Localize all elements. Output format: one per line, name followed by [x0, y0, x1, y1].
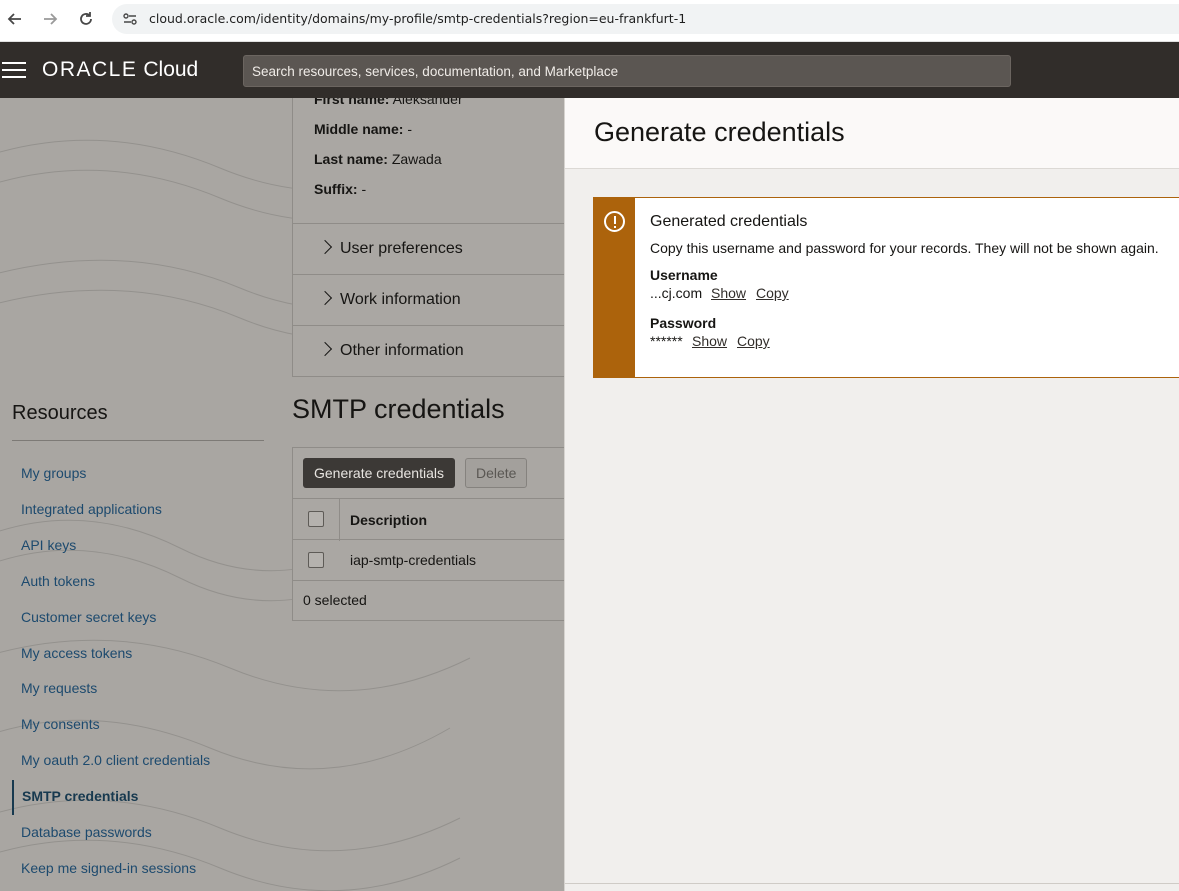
resource-api-keys[interactable]: API keys: [21, 537, 76, 553]
table-header: Description: [293, 498, 564, 541]
resources-divider: [12, 440, 264, 441]
username-copy-link[interactable]: Copy: [756, 285, 789, 301]
section-label: Work information: [340, 291, 461, 308]
resource-database-passwords[interactable]: Database passwords: [21, 824, 152, 840]
resource-smtp-credentials[interactable]: SMTP credentials: [22, 788, 138, 804]
search-input[interactable]: Search resources, services, documentatio…: [243, 55, 1011, 87]
username-show-link[interactable]: Show: [711, 285, 746, 301]
browser-toolbar: cloud.oracle.com/identity/domains/my-pro…: [0, 0, 1179, 42]
section-label: Other information: [340, 342, 464, 359]
url-text: cloud.oracle.com/identity/domains/my-pro…: [149, 11, 687, 26]
alert-title: Generated credentials: [650, 213, 808, 230]
smtp-section-title: SMTP credentials: [292, 394, 505, 424]
first-name-line: First name: Aleksander: [314, 98, 463, 107]
site-info-icon[interactable]: [122, 11, 138, 27]
password-value: ******: [650, 333, 683, 349]
name-details-card: First name: Aleksander Middle name: - La…: [292, 98, 564, 224]
chevron-right-icon: [317, 239, 333, 255]
address-bar[interactable]: cloud.oracle.com/identity/domains/my-pro…: [112, 4, 1179, 34]
username-value: ...cj.com: [650, 285, 703, 301]
column-header-description[interactable]: Description: [350, 512, 427, 528]
drawer-header: Generate credentials: [565, 98, 1179, 169]
generate-credentials-button[interactable]: Generate credentials: [303, 458, 455, 488]
last-name-value: Zawada: [391, 151, 442, 167]
resource-my-requests[interactable]: My requests: [21, 680, 97, 696]
suffix-label: Suffix:: [314, 181, 358, 197]
table-row[interactable]: iap-smtp-credentials: [293, 540, 564, 581]
console-header: ORACLE Cloud Search resources, services, …: [0, 42, 1179, 98]
middle-name-label: Middle name:: [314, 121, 404, 137]
first-name-label: First name:: [314, 98, 390, 107]
row-checkbox[interactable]: [308, 552, 324, 568]
generated-credentials-alert: Generated credentials Copy this username…: [593, 197, 1179, 378]
chevron-right-icon: [317, 290, 333, 306]
resource-my-access-tokens[interactable]: My access tokens: [21, 645, 132, 661]
section-user-preferences[interactable]: User preferences: [292, 224, 564, 275]
username-label: Username: [650, 267, 718, 283]
generate-credentials-drawer: Generate credentials Generated credentia…: [564, 98, 1179, 891]
password-copy-link[interactable]: Copy: [737, 333, 770, 349]
last-name-line: Last name: Zawada: [314, 151, 442, 167]
resource-my-consents[interactable]: My consents: [21, 716, 100, 732]
oracle-cloud-logo[interactable]: ORACLE Cloud: [42, 58, 198, 82]
logo-cloud-text: Cloud: [143, 58, 199, 81]
first-name-value: Aleksander: [392, 98, 463, 107]
search-placeholder: Search resources, services, documentatio…: [252, 64, 619, 79]
delete-button[interactable]: Delete: [465, 458, 528, 488]
section-work-information[interactable]: Work information: [292, 275, 564, 326]
warning-icon: [604, 211, 625, 232]
password-label: Password: [650, 315, 717, 331]
forward-icon[interactable]: [37, 8, 63, 30]
section-label: User preferences: [340, 240, 463, 257]
select-all-checkbox[interactable]: [308, 511, 324, 527]
resource-customer-secret-keys[interactable]: Customer secret keys: [21, 609, 156, 625]
reload-icon[interactable]: [73, 8, 99, 30]
alert-stripe: [594, 198, 635, 377]
middle-name-value: -: [407, 121, 413, 137]
resource-integrated-applications[interactable]: Integrated applications: [21, 501, 162, 517]
active-item-indicator: [12, 780, 14, 815]
drawer-title: Generate credentials: [594, 117, 845, 147]
menu-icon[interactable]: [2, 62, 26, 79]
logo-oracle-text: ORACLE: [42, 58, 138, 81]
smtp-credentials-table: Generate credentials Delete Description …: [292, 447, 564, 621]
page-backdrop: First name: Aleksander Middle name: - La…: [0, 98, 564, 891]
alert-message: Copy this username and password for your…: [650, 240, 1159, 256]
resource-my-groups[interactable]: My groups: [21, 465, 86, 481]
column-divider: [339, 499, 340, 541]
resource-auth-tokens[interactable]: Auth tokens: [21, 573, 95, 589]
middle-name-line: Middle name: -: [314, 121, 412, 137]
suffix-value: -: [361, 181, 367, 197]
last-name-label: Last name:: [314, 151, 388, 167]
section-other-information[interactable]: Other information: [292, 326, 564, 377]
row-description: iap-smtp-credentials: [350, 552, 477, 568]
resources-title: Resources: [12, 402, 108, 424]
drawer-footer-divider: [565, 883, 1179, 884]
resource-signed-in-sessions[interactable]: Keep me signed-in sessions: [21, 860, 196, 876]
back-icon[interactable]: [2, 8, 28, 30]
resource-oauth-client-credentials[interactable]: My oauth 2.0 client credentials: [21, 752, 210, 768]
password-show-link[interactable]: Show: [692, 333, 727, 349]
selected-count: 0 selected: [303, 592, 367, 608]
suffix-line: Suffix: -: [314, 181, 366, 197]
chevron-right-icon: [317, 341, 333, 357]
